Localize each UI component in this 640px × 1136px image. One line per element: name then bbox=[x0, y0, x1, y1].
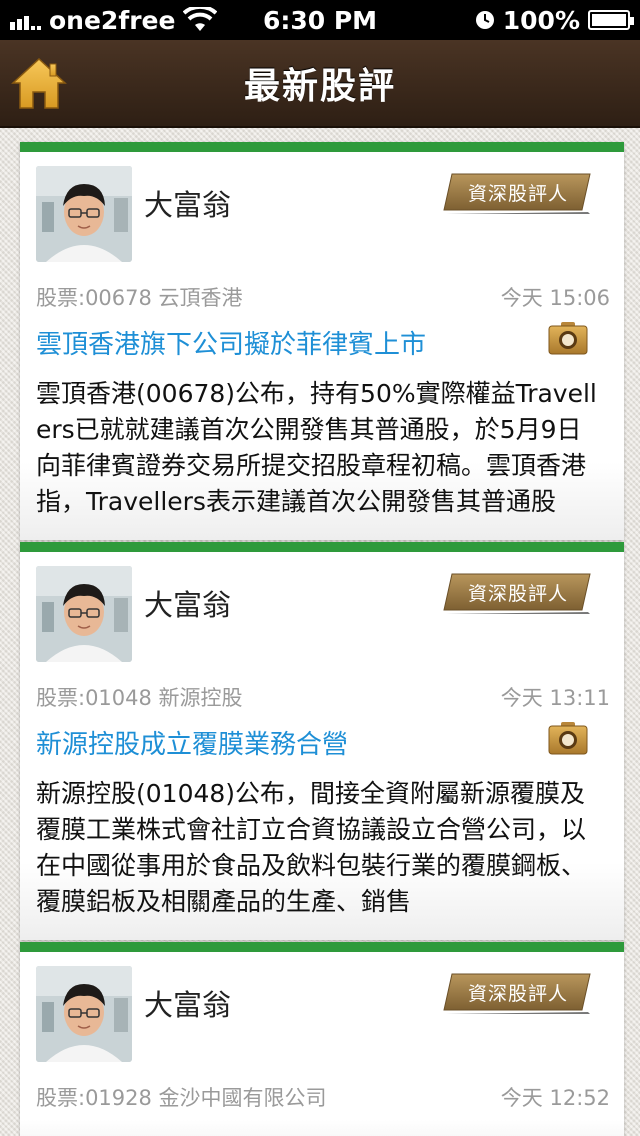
battery-icon bbox=[588, 10, 634, 30]
post-time: 今天 13:11 bbox=[500, 686, 610, 710]
post-card[interactable]: 大富翁 資深股評人 股票:01928 金沙中國有限公司 今天 12:52 bbox=[20, 942, 624, 1136]
post-time: 今天 15:06 bbox=[500, 286, 610, 310]
post-headline-link[interactable]: 雲頂香港旗下公司擬於菲律賓上市 bbox=[36, 324, 426, 361]
stock-info: 股票:01048 新源控股 bbox=[36, 686, 243, 710]
post-card[interactable]: 大富翁 資深股評人 股票:00678 云頂香港 今天 15:06 雲頂香港旗下公… bbox=[20, 142, 624, 540]
post-body: 新源控股(01048)公布，間接全資附屬新源覆膜及覆膜工業株式會社訂立合資協議設… bbox=[36, 779, 587, 916]
carrier-name: one2free bbox=[49, 5, 176, 35]
status-bar: one2free 6:30 PM 100% bbox=[0, 0, 640, 40]
post-headline-link[interactable]: 新源控股成立覆膜業務合營 bbox=[36, 724, 348, 761]
home-icon bbox=[11, 57, 67, 109]
camera-icon[interactable] bbox=[548, 320, 588, 356]
status-right: 100% bbox=[475, 5, 634, 35]
senior-analyst-badge[interactable]: 資深股評人 bbox=[442, 972, 594, 1016]
stock-info: 股票:00678 云頂香港 bbox=[36, 286, 243, 310]
post-time: 今天 12:52 bbox=[500, 1086, 610, 1110]
clock-icon bbox=[475, 11, 494, 29]
avatar bbox=[36, 566, 132, 662]
signal-icon bbox=[10, 10, 41, 30]
senior-analyst-badge[interactable]: 資深股評人 bbox=[442, 572, 594, 616]
author-name: 大富翁 bbox=[144, 988, 232, 1022]
post-card[interactable]: 大富翁 資深股評人 股票:01048 新源控股 今天 13:11 新源控股成立覆… bbox=[20, 542, 624, 940]
home-button[interactable] bbox=[10, 56, 68, 112]
camera-icon[interactable] bbox=[548, 720, 588, 756]
senior-analyst-badge[interactable]: 資深股評人 bbox=[442, 172, 594, 216]
avatar bbox=[36, 966, 132, 1062]
stock-info: 股票:01928 金沙中國有限公司 bbox=[36, 1086, 327, 1110]
battery-percent: 100% bbox=[502, 5, 580, 35]
author-name: 大富翁 bbox=[144, 188, 232, 222]
wifi-icon bbox=[183, 7, 218, 31]
post-body: 雲頂香港(00678)公布，持有50%實際權益Travellers已就就建議首次… bbox=[36, 379, 597, 516]
page-title: 最新股評 bbox=[243, 66, 396, 107]
status-left: one2free bbox=[10, 5, 218, 35]
author-name: 大富翁 bbox=[144, 588, 232, 622]
nav-bar: 最新股評 bbox=[0, 40, 640, 128]
avatar bbox=[36, 166, 132, 262]
